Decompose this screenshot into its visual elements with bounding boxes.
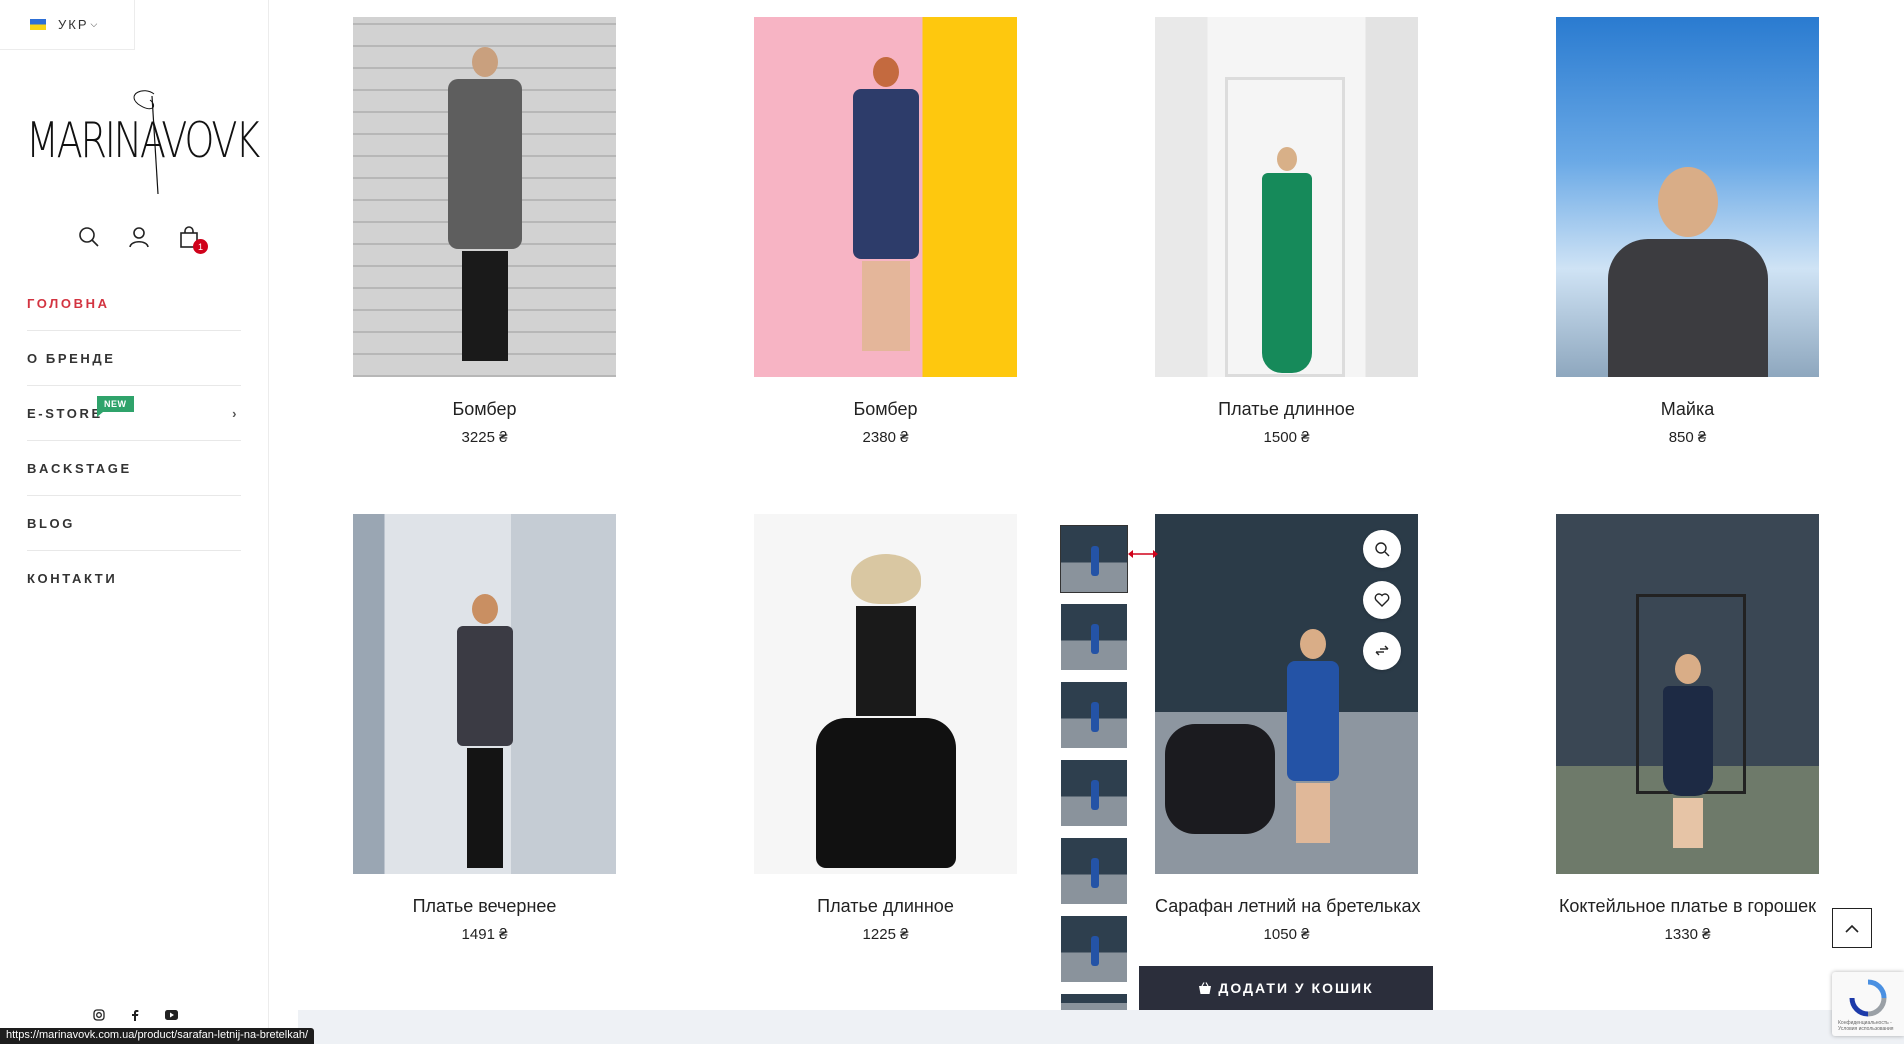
product-price: 1500 ₴ xyxy=(1263,429,1310,446)
nav-item-home[interactable]: ГОЛОВНА xyxy=(27,276,241,331)
compare-icon[interactable] xyxy=(1363,632,1401,670)
gallery-thumb[interactable] xyxy=(1061,682,1127,748)
ukraine-flag-icon xyxy=(30,19,46,30)
product-image[interactable] xyxy=(353,17,616,377)
product-name[interactable]: Платье длинное xyxy=(754,896,1017,917)
product-card[interactable]: Коктейльное платье в горошек 1330 ₴ xyxy=(1556,514,1819,943)
resize-cursor-icon xyxy=(1128,550,1158,558)
gallery-thumb[interactable] xyxy=(1061,604,1127,670)
product-price: 1225 ₴ xyxy=(862,926,909,943)
quick-actions xyxy=(1363,530,1401,670)
shopping-bag-icon[interactable]: 1 xyxy=(178,226,208,254)
scroll-to-top-button[interactable] xyxy=(1832,908,1872,948)
social-links xyxy=(92,1008,178,1022)
sidebar: УКР ⌵ MARINAVOVK 1 ГОЛОВНА О БРЕНДЕ E-ST… xyxy=(0,0,269,1044)
nav-item-backstage[interactable]: BACKSTAGE xyxy=(27,441,241,496)
product-name[interactable]: Бомбер xyxy=(353,399,616,420)
nav-label: О БРЕНДЕ xyxy=(27,350,116,366)
status-bar-url: https://marinavovk.com.ua/product/sarafa… xyxy=(0,1028,315,1044)
gallery-thumb[interactable] xyxy=(1061,994,1127,1044)
chevron-right-icon[interactable]: › xyxy=(232,406,239,421)
product-price: 850 ₴ xyxy=(1668,429,1707,446)
product-image[interactable] xyxy=(1155,17,1418,377)
product-name[interactable]: Бомбер xyxy=(754,399,1017,420)
product-price: 1050 ₴ xyxy=(1263,926,1310,943)
product-image[interactable] xyxy=(754,17,1017,377)
youtube-icon[interactable] xyxy=(164,1008,178,1022)
product-image[interactable] xyxy=(754,514,1017,874)
header-icons: 1 xyxy=(78,226,208,254)
gallery-thumb[interactable] xyxy=(1061,838,1127,904)
product-card[interactable]: Бомбер 3225 ₴ xyxy=(353,17,616,446)
chevron-up-icon xyxy=(1845,924,1859,933)
nav-label: ГОЛОВНА xyxy=(27,295,110,311)
product-image[interactable] xyxy=(1556,17,1819,377)
product-price: 2380 ₴ xyxy=(862,429,909,446)
product-gallery-thumbs xyxy=(1060,525,1128,1044)
product-card[interactable]: Майка 850 ₴ xyxy=(1556,17,1819,446)
nav-item-estore[interactable]: E-STORE NEW › xyxy=(27,386,241,441)
language-switcher[interactable]: УКР ⌵ xyxy=(0,0,135,50)
brand-logo[interactable]: MARINAVOVK xyxy=(26,86,260,196)
cart-count-badge: 1 xyxy=(193,239,208,254)
add-to-cart-button[interactable]: ДОДАТИ У КОШИК xyxy=(1139,966,1433,1010)
product-price: 1330 ₴ xyxy=(1664,926,1711,943)
product-image[interactable] xyxy=(353,514,616,874)
recaptcha-badge[interactable]: Конфиденциальность - Условия использован… xyxy=(1832,972,1904,1036)
search-icon[interactable] xyxy=(78,226,100,248)
footer-strip xyxy=(298,1010,1904,1044)
product-name[interactable]: Сарафан летний на бретельках xyxy=(1155,896,1421,917)
recaptcha-icon xyxy=(1849,979,1887,1017)
add-to-cart-label: ДОДАТИ У КОШИК xyxy=(1218,980,1374,996)
logo-text: MARINAVOVK xyxy=(26,112,260,169)
nav-item-contacts[interactable]: КОНТАКТИ xyxy=(27,551,241,606)
recaptcha-text: Конфиденциальность - Условия использован… xyxy=(1838,1020,1894,1032)
product-card[interactable]: Платье вечернее 1491 ₴ xyxy=(353,514,616,943)
nav-item-blog[interactable]: BLOG xyxy=(27,496,241,551)
product-card[interactable]: Бомбер 2380 ₴ xyxy=(754,17,1017,446)
basket-icon xyxy=(1199,981,1212,994)
product-card[interactable]: Платье длинное 1500 ₴ xyxy=(1155,17,1418,446)
user-icon[interactable] xyxy=(128,226,150,248)
product-price: 1491 ₴ xyxy=(461,926,508,943)
nav-label: BACKSTAGE xyxy=(27,460,132,476)
instagram-icon[interactable] xyxy=(92,1008,106,1022)
product-price: 3225 ₴ xyxy=(461,429,508,446)
product-name[interactable]: Майка xyxy=(1556,399,1819,420)
nav-item-about[interactable]: О БРЕНДЕ xyxy=(27,331,241,386)
facebook-icon[interactable] xyxy=(128,1008,142,1022)
product-name[interactable]: Платье длинное xyxy=(1155,399,1418,420)
nav-label: BLOG xyxy=(27,515,75,531)
wishlist-heart-icon[interactable] xyxy=(1363,581,1401,619)
new-badge: NEW xyxy=(97,396,134,417)
nav-label: E-STORE xyxy=(27,405,103,421)
product-image[interactable] xyxy=(1556,514,1819,874)
page: УКР ⌵ MARINAVOVK 1 ГОЛОВНА О БРЕНДЕ E-ST… xyxy=(0,0,1904,1044)
gallery-thumb[interactable] xyxy=(1060,525,1128,593)
language-code: УКР xyxy=(58,17,89,32)
gallery-thumb[interactable] xyxy=(1061,916,1127,982)
product-card[interactable]: Платье длинное 1225 ₴ xyxy=(754,514,1017,943)
chevron-down-icon: ⌵ xyxy=(90,19,100,29)
gallery-thumb[interactable] xyxy=(1061,760,1127,826)
main-nav: ГОЛОВНА О БРЕНДЕ E-STORE NEW › BACKSTAGE… xyxy=(27,276,241,606)
product-name[interactable]: Платье вечернее xyxy=(353,896,616,917)
product-name[interactable]: Коктейльное платье в горошек xyxy=(1556,896,1819,917)
quick-view-search-icon[interactable] xyxy=(1363,530,1401,568)
nav-label: КОНТАКТИ xyxy=(27,571,118,586)
